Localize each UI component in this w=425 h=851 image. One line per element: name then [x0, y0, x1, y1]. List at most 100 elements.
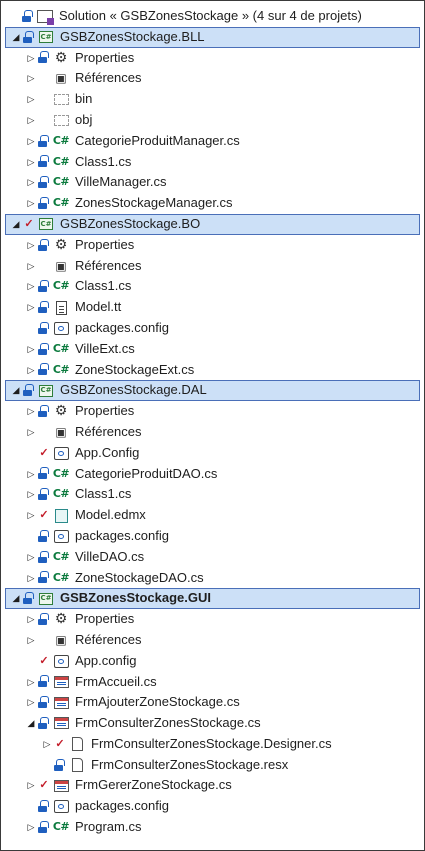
tree-item[interactable]: ▷ C# ZoneStockageExt.cs [3, 360, 422, 381]
collapsed-arrow-icon[interactable]: ▷ [25, 484, 37, 505]
lock-icon [37, 800, 51, 813]
collapsed-arrow-icon[interactable]: ▷ [25, 110, 37, 131]
tree-item[interactable]: ▷ C# Class1.cs [3, 152, 422, 173]
tree-item[interactable]: ◢ FrmConsulterZonesStockage.cs [3, 713, 422, 734]
lock-icon [22, 592, 36, 605]
collapsed-arrow-icon[interactable]: ▷ [25, 193, 37, 214]
tree-item[interactable]: ▷ C# Class1.cs [3, 276, 422, 297]
lock-icon [37, 155, 51, 168]
collapsed-arrow-icon[interactable]: ▷ [25, 256, 37, 277]
solution-icon [35, 8, 55, 25]
tree-item[interactable]: ✓ App.Config [3, 443, 422, 464]
tree-item[interactable]: ▷ ⚙ Properties [3, 48, 422, 69]
tree-item-label: bin [75, 91, 93, 107]
expanded-arrow-icon[interactable]: ◢ [10, 588, 22, 609]
collapsed-arrow-icon[interactable]: ▷ [25, 360, 37, 381]
tree-item[interactable]: ▷ C# VilleManager.cs [3, 172, 422, 193]
tree-item[interactable]: ▷ C# ZonesStockageManager.cs [3, 193, 422, 214]
tree-item[interactable]: ▷ ▣ Références [3, 422, 422, 443]
tree-item-label: GSBZonesStockage.DAL [60, 382, 207, 398]
tree-item[interactable]: packages.config [3, 796, 422, 817]
collapsed-arrow-icon[interactable]: ▷ [25, 505, 37, 526]
collapsed-arrow-icon[interactable]: ▷ [25, 131, 37, 152]
lock-icon [37, 280, 51, 293]
expanded-arrow-icon[interactable]: ◢ [25, 713, 37, 734]
tree-item[interactable]: ✓ App.config [3, 651, 422, 672]
collapsed-arrow-icon[interactable]: ▷ [25, 609, 37, 630]
tree-item[interactable]: ▷ C# CategorieProduitDAO.cs [3, 464, 422, 485]
collapsed-arrow-icon[interactable]: ▷ [25, 297, 37, 318]
tree-item-label: Références [75, 257, 142, 273]
tree-item-label: packages.config [75, 527, 169, 543]
expanded-arrow-icon[interactable]: ◢ [10, 380, 22, 401]
tree-item[interactable]: FrmConsulterZonesStockage.resx [3, 755, 422, 776]
wrench-icon: ⚙ [54, 403, 68, 420]
tree-item[interactable]: ▷ ▣ Références [3, 630, 422, 651]
tree-item[interactable]: ▷ FrmAjouterZoneStockage.cs [3, 692, 422, 713]
collapsed-arrow-icon[interactable]: ▷ [25, 547, 37, 568]
tree-item-label: Références [75, 631, 142, 647]
tree-item[interactable]: ▷ bin [3, 89, 422, 110]
collapsed-arrow-icon[interactable]: ▷ [25, 152, 37, 173]
tree-item[interactable]: ▷ ⚙ Properties [3, 401, 422, 422]
tree-item-label: Program.cs [75, 819, 142, 835]
expanded-arrow-icon[interactable]: ◢ [10, 214, 22, 235]
tree-item[interactable]: ▷ C# VilleDAO.cs [3, 547, 422, 568]
tree-item[interactable]: ▷ Model.tt [3, 297, 422, 318]
collapsed-arrow-icon[interactable]: ▷ [25, 630, 37, 651]
lock-icon [37, 467, 51, 480]
project-node[interactable]: ◢ C# GSBZonesStockage.BLL [5, 26, 420, 48]
collapsed-arrow-icon[interactable]: ▷ [25, 235, 37, 256]
tree-item[interactable]: ▷ C# Class1.cs [3, 484, 422, 505]
tree-item[interactable]: ▷ C# Program.cs [3, 817, 422, 838]
tree-item[interactable]: ▷ ✓ FrmGererZoneStockage.cs [3, 775, 422, 796]
collapsed-arrow-icon[interactable]: ▷ [25, 422, 37, 443]
collapsed-arrow-icon[interactable]: ▷ [25, 401, 37, 422]
tree-item[interactable]: packages.config [3, 318, 422, 339]
csharp-project-icon: C# [36, 383, 56, 399]
collapsed-arrow-icon[interactable]: ▷ [25, 89, 37, 110]
wrench-icon: ⚙ [54, 236, 68, 253]
tree-item[interactable]: ▷ ▣ Références [3, 256, 422, 277]
csharp-project-icon: C# [36, 216, 56, 232]
tree-item-label: FrmAccueil.cs [75, 673, 157, 689]
project-node[interactable]: ◢ ✓ C# GSBZonesStockage.BO [5, 213, 420, 235]
tree-item[interactable]: packages.config [3, 526, 422, 547]
project-node[interactable]: ◢ C# GSBZonesStockage.GUI [5, 588, 420, 610]
tree-item[interactable]: ▷ ✓ Model.edmx [3, 505, 422, 526]
expanded-arrow-icon[interactable]: ◢ [10, 27, 22, 48]
project-node[interactable]: ◢ C# GSBZonesStockage.DAL [5, 380, 420, 402]
tree-item[interactable]: ▷ C# CategorieProduitManager.cs [3, 131, 422, 152]
tree-item[interactable]: ▷ ⚙ Properties [3, 609, 422, 630]
collapsed-arrow-icon[interactable]: ▷ [25, 276, 37, 297]
tree-item[interactable]: ▷ obj [3, 110, 422, 131]
collapsed-arrow-icon[interactable]: ▷ [25, 672, 37, 693]
collapsed-arrow-icon[interactable]: ▷ [25, 692, 37, 713]
collapsed-arrow-icon[interactable]: ▷ [25, 48, 37, 69]
tree-item[interactable]: ▷ ✓ FrmConsulterZonesStockage.Designer.cs [3, 734, 422, 755]
lock-icon [37, 571, 51, 584]
lock-icon [22, 30, 36, 43]
collapsed-arrow-icon[interactable]: ▷ [25, 817, 37, 838]
tree-item-label: ZoneStockageExt.cs [75, 361, 195, 377]
collapsed-arrow-icon[interactable]: ▷ [25, 68, 37, 89]
tree-item[interactable]: ▷ FrmAccueil.cs [3, 672, 422, 693]
solution-node[interactable]: Solution « GSBZonesStockage » (4 sur 4 d… [3, 6, 422, 27]
tree-item-label: Properties [75, 49, 135, 65]
collapsed-arrow-icon[interactable]: ▷ [25, 775, 37, 796]
tree-item[interactable]: ▷ ▣ Références [3, 68, 422, 89]
tree-item[interactable]: ▷ C# VilleExt.cs [3, 339, 422, 360]
collapsed-arrow-icon[interactable]: ▷ [25, 568, 37, 589]
collapsed-arrow-icon[interactable]: ▷ [41, 734, 53, 755]
csharp-file-icon: C# [52, 341, 70, 355]
collapsed-arrow-icon[interactable]: ▷ [25, 464, 37, 485]
collapsed-arrow-icon[interactable]: ▷ [25, 172, 37, 193]
collapsed-arrow-icon[interactable]: ▷ [25, 339, 37, 360]
tree-item[interactable]: ▷ ⚙ Properties [3, 235, 422, 256]
csharp-project-icon: C# [36, 29, 56, 45]
csharp-file-icon: C# [52, 133, 70, 147]
tree-item[interactable]: ▷ C# ZoneStockageDAO.cs [3, 568, 422, 589]
lock-icon [37, 363, 51, 376]
csharp-file-icon: C# [52, 466, 70, 480]
tree-item-label: Properties [75, 611, 135, 627]
